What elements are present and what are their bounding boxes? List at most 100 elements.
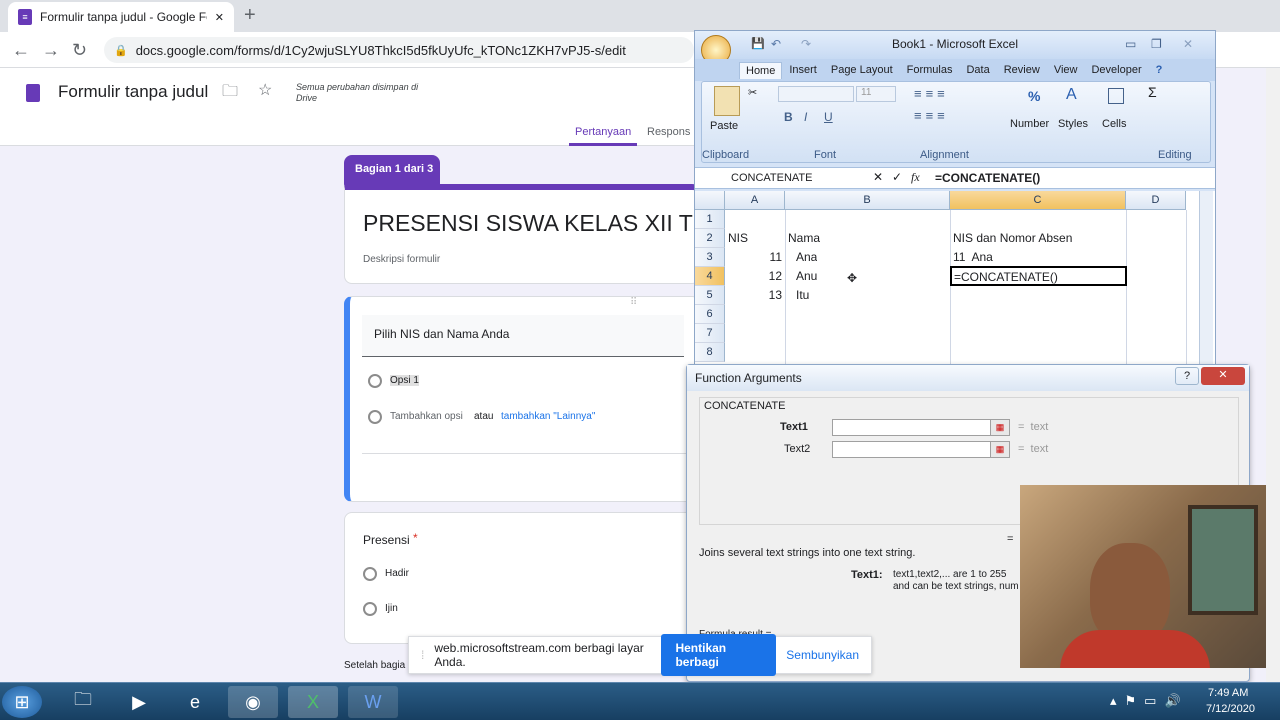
browser-tab[interactable]: ≡ Formulir tanpa judul - Google Fo ✕ — [8, 2, 234, 32]
italic-icon[interactable]: I — [804, 110, 807, 124]
ribbon-tab-view[interactable]: View — [1047, 64, 1085, 76]
redo-icon[interactable]: ↷ — [801, 31, 811, 57]
media-player-icon[interactable]: ▶ — [114, 686, 164, 718]
row-header-2[interactable]: 2 — [695, 229, 725, 248]
ribbon-tab-formulas[interactable]: Formulas — [900, 64, 960, 76]
dialog-titlebar[interactable]: Function Arguments ? ✕ — [687, 365, 1249, 391]
row-header-7[interactable]: 7 — [695, 324, 725, 343]
arg2-input[interactable] — [832, 441, 992, 458]
name-box[interactable]: CONCATENATE — [699, 170, 845, 187]
explorer-icon[interactable]: 🗀 — [58, 686, 108, 718]
ribbon-tab-developer[interactable]: Developer — [1084, 64, 1148, 76]
cell-b2[interactable]: Nama — [788, 229, 820, 248]
styles-icon[interactable]: A — [1066, 86, 1077, 104]
align-icons[interactable]: ≡≡≡ — [914, 86, 949, 101]
help-icon[interactable]: ? — [1149, 64, 1170, 76]
col-header-d[interactable]: D — [1126, 191, 1186, 210]
ribbon-tab-data[interactable]: Data — [959, 64, 996, 76]
excel-minimize-icon[interactable]: ▭ — [1125, 31, 1136, 57]
start-button[interactable]: ⊞ — [2, 686, 42, 718]
forward-icon[interactable]: → — [42, 40, 60, 61]
styles-button[interactable]: Styles — [1058, 118, 1088, 130]
bold-icon[interactable]: B — [784, 110, 793, 124]
word-icon[interactable]: W — [348, 686, 398, 718]
arg2-collapse-icon[interactable]: ▦ — [990, 441, 1010, 458]
row-header-3[interactable]: 3 — [695, 248, 725, 267]
tab-respons[interactable]: Respons — [647, 126, 690, 138]
arg1-collapse-icon[interactable]: ▦ — [990, 419, 1010, 436]
reload-icon[interactable]: ↻ — [72, 40, 87, 61]
cell-c2[interactable]: NIS dan Nomor Absen — [953, 229, 1072, 248]
cut-icon[interactable]: ✂ — [748, 86, 757, 99]
ie-icon[interactable]: e — [170, 686, 220, 718]
doc-title[interactable]: Formulir tanpa judul — [58, 82, 208, 102]
cell-a5[interactable]: 13 — [725, 286, 782, 305]
paste-icon[interactable] — [714, 86, 740, 116]
underline-icon[interactable]: U — [824, 110, 833, 124]
row-header-1[interactable]: 1 — [695, 210, 725, 229]
cell-a2[interactable]: NIS — [728, 229, 748, 248]
formula-text[interactable]: =CONCATENATE() — [935, 171, 1040, 185]
corner[interactable] — [695, 191, 725, 210]
radio-ijin[interactable] — [363, 602, 377, 616]
back-icon[interactable]: ← — [12, 40, 30, 61]
arg1-input[interactable] — [832, 419, 992, 436]
ribbon-tab-review[interactable]: Review — [997, 64, 1047, 76]
star-icon[interactable]: ☆ — [258, 80, 272, 100]
hide-button[interactable]: Sembunyikan — [786, 648, 859, 662]
cell-b4[interactable]: Anu — [796, 267, 817, 286]
percent-icon[interactable]: % — [1028, 88, 1040, 104]
cells-button[interactable]: Cells — [1102, 118, 1126, 130]
row-header-4[interactable]: 4 — [695, 267, 725, 286]
vertical-scrollbar[interactable] — [1199, 191, 1213, 371]
address-bar[interactable]: 🔒 docs.google.com/forms/d/1Cy2wjuSLYU8Th… — [104, 37, 694, 63]
cells-icon[interactable] — [1108, 88, 1124, 104]
dialog-close-icon[interactable]: ✕ — [1201, 367, 1245, 385]
ribbon-tab-insert[interactable]: Insert — [782, 64, 824, 76]
font-size-box[interactable]: 11 — [856, 86, 896, 102]
row-header-5[interactable]: 5 — [695, 286, 725, 305]
paste-button[interactable]: Paste — [710, 120, 738, 132]
cell-c3[interactable]: 11 Ana — [953, 248, 993, 267]
option-1-label[interactable]: Opsi 1 — [390, 375, 419, 386]
tab-pertanyaan[interactable]: Pertanyaan — [575, 126, 631, 138]
cell-a3[interactable]: 11 — [725, 248, 782, 267]
cell-b5[interactable]: Itu — [796, 286, 809, 305]
row-header-6[interactable]: 6 — [695, 305, 725, 324]
col-header-c[interactable]: C — [950, 191, 1126, 210]
ribbon-tab-page-layout[interactable]: Page Layout — [824, 64, 900, 76]
clock-date[interactable]: 7/12/2020 — [1206, 703, 1255, 715]
enter-icon[interactable]: ✓ — [892, 170, 902, 184]
question-title-presensi[interactable]: Presensi — [363, 533, 410, 547]
col-header-b[interactable]: B — [785, 191, 950, 210]
cancel-icon[interactable]: ✕ — [873, 170, 883, 184]
row-header-8[interactable]: 8 — [695, 343, 725, 362]
col-header-a[interactable]: A — [725, 191, 785, 210]
cell-c4-active[interactable]: =CONCATENATE() — [950, 266, 1127, 286]
align-icons-row2[interactable]: ≡≡≡ — [914, 108, 949, 123]
add-option-link[interactable]: Tambahkan opsi — [390, 411, 463, 422]
excel-close-icon[interactable]: ✕ — [1183, 31, 1193, 57]
close-tab-icon[interactable]: ✕ — [215, 11, 224, 24]
ribbon-tab-home[interactable]: Home — [739, 61, 783, 79]
question-title-field[interactable]: Pilih NIS dan Nama Anda — [362, 315, 684, 357]
stop-sharing-button[interactable]: Hentikan berbagi — [661, 634, 777, 676]
add-other-link[interactable]: tambahkan "Lainnya" — [501, 411, 595, 422]
drag-handle-icon[interactable]: ⠿ — [630, 297, 637, 308]
cell-a4[interactable]: 12 — [725, 267, 782, 286]
cell-b3[interactable]: Ana — [796, 248, 817, 267]
new-tab-button[interactable]: + — [244, 4, 256, 27]
number-group-button[interactable]: Number — [1010, 118, 1049, 130]
page-scrollbar[interactable] — [1266, 68, 1280, 682]
excel-maximize-icon[interactable]: ❐ — [1151, 31, 1162, 57]
form-description[interactable]: Deskripsi formulir — [363, 254, 440, 265]
radio-hadir[interactable] — [363, 567, 377, 581]
undo-icon[interactable]: ↶ — [771, 31, 781, 57]
drag-grip-icon[interactable]: ⁞ — [421, 648, 424, 662]
tray-icons[interactable]: ▴⚑▭🔊 — [1110, 693, 1189, 709]
clock-time[interactable]: 7:49 AM — [1208, 687, 1248, 699]
dialog-help-icon[interactable]: ? — [1175, 367, 1199, 385]
quick-save-icon[interactable]: 💾 — [751, 31, 765, 57]
font-name-box[interactable] — [778, 86, 854, 102]
excel-icon[interactable]: X — [288, 686, 338, 718]
